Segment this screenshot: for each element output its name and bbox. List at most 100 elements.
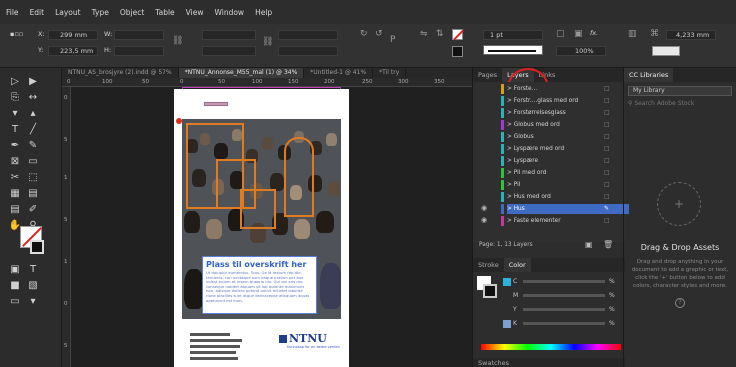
pasteboard[interactable]: Plass til overskrift her Ut dolupiur eum… <box>71 87 472 367</box>
content-collector-icon[interactable]: ▾ <box>8 108 22 120</box>
m-slider[interactable] <box>523 294 605 297</box>
layer-item[interactable]: > Forstørrelsesglass <box>507 108 629 118</box>
content-placer-icon[interactable]: ▴ <box>26 108 40 120</box>
color-stroke-box[interactable] <box>483 284 497 298</box>
layer-target-icon[interactable]: □ <box>604 157 610 164</box>
menu-edit[interactable]: Edit <box>30 8 45 17</box>
color-spectrum[interactable] <box>481 344 621 350</box>
document-page[interactable]: Plass til overskrift her Ut dolupiur eum… <box>174 89 349 367</box>
fill-swatch[interactable] <box>452 29 464 40</box>
layer-item[interactable]: > Pil <box>507 180 629 190</box>
tab-annonse[interactable]: *NTNU_Annonse_M55_mal (1) @ 34% <box>178 68 305 78</box>
tab-cc-libraries[interactable]: CC Libraries <box>624 68 674 82</box>
menu-help[interactable]: Help <box>255 8 272 17</box>
layer-item[interactable]: > Lyspære med ord <box>507 144 629 154</box>
rotate-icon[interactable]: ↻ <box>360 29 368 39</box>
eyedropper-tool-icon[interactable]: ✐ <box>26 204 40 216</box>
flip-horizontal-icon[interactable]: ⇋ <box>420 29 428 39</box>
tab-til-trykk[interactable]: *Til try <box>373 68 407 78</box>
w-field[interactable] <box>114 30 164 40</box>
body-text[interactable]: Ut dolupiur eumendus. Tous. Ge id restum… <box>206 270 313 303</box>
layer-target-icon[interactable]: □ <box>604 193 610 200</box>
menu-window[interactable]: Window <box>214 8 244 17</box>
layer-item[interactable]: > Lyspære <box>507 156 629 166</box>
headline-text[interactable]: Plass til overskrift her <box>206 260 313 269</box>
tab-brosjyre[interactable]: NTNU_AS_brosjyre (2).indd @ 57% <box>62 68 179 78</box>
screen-mode-icon[interactable]: ▭ <box>8 296 22 308</box>
visibility-eye-icon[interactable]: ◉ <box>481 204 487 212</box>
layer-item[interactable]: > Faste elementer <box>507 216 629 226</box>
trash-icon[interactable]: 🗑 <box>603 240 613 249</box>
reference-point-icon[interactable]: ▪▫▫ <box>10 30 23 38</box>
y-slider[interactable] <box>523 308 605 311</box>
selection-tool-icon[interactable]: ▷ <box>8 76 22 88</box>
add-asset-icon[interactable]: + <box>657 182 701 226</box>
layer-item-selected[interactable]: > Hus <box>507 204 629 214</box>
stroke-type-dropdown[interactable] <box>483 45 543 55</box>
gap-tool-icon[interactable]: ↔ <box>26 92 40 104</box>
menu-object[interactable]: Object <box>120 8 144 17</box>
layer-item[interactable]: > Globus med ord <box>507 120 629 130</box>
effects-icon[interactable]: ▣ <box>574 29 583 39</box>
drop-shadow-icon[interactable]: ▢ <box>556 29 565 39</box>
gradient-feather-tool-icon[interactable]: ▤ <box>26 188 40 200</box>
layers-list[interactable]: > Forste... □ > Forstr....glass med ord … <box>473 82 629 242</box>
tab-untitled[interactable]: *Untitled-1 @ 41% <box>304 68 374 78</box>
tab-pages[interactable]: Pages <box>473 71 502 79</box>
visibility-eye-icon[interactable]: ◉ <box>481 216 487 224</box>
layer-item[interactable]: > Forstr....glass med ord <box>507 96 629 106</box>
line-tool-icon[interactable]: ╱ <box>26 124 40 136</box>
rotation-field[interactable] <box>278 30 338 40</box>
help-icon[interactable]: ? <box>675 298 685 308</box>
rectangle-frame-tool-icon[interactable]: ⊠ <box>8 156 22 168</box>
layer-item[interactable]: > Globus <box>507 132 629 142</box>
layer-target-icon[interactable]: □ <box>604 169 610 176</box>
layer-target-icon[interactable]: □ <box>604 145 610 152</box>
tab-stroke[interactable]: Stroke <box>473 261 504 269</box>
layer-target-icon[interactable]: □ <box>604 121 610 128</box>
text-wrap-icon[interactable]: ▥ <box>628 29 637 39</box>
ntnu-logo[interactable]: NTNU <box>279 332 327 345</box>
constrain-scale-icon[interactable]: ⛓ <box>262 37 273 47</box>
pen-tool-icon[interactable]: ✒ <box>8 140 22 152</box>
layer-target-icon[interactable]: □ <box>604 97 610 104</box>
pen-icon[interactable]: ✎ <box>604 205 609 212</box>
text-frame[interactable]: Plass til overskrift her Ut dolupiur eum… <box>202 256 317 314</box>
shear-field[interactable] <box>278 46 338 56</box>
direct-selection-tool-icon[interactable]: ▶ <box>26 76 40 88</box>
gradient-swatch-tool-icon[interactable]: ▦ <box>8 188 22 200</box>
stock-search[interactable]: ⚲ Search Adobe Stock <box>628 100 694 107</box>
menu-layout[interactable]: Layout <box>55 8 81 17</box>
free-transform-tool-icon[interactable]: ⬚ <box>26 172 40 184</box>
h-field[interactable] <box>114 46 164 56</box>
tab-swatches[interactable]: Swatches <box>473 359 514 367</box>
layer-target-icon[interactable]: □ <box>604 181 610 188</box>
formatting-container-icon[interactable]: ▣ <box>8 264 22 276</box>
menu-view[interactable]: View <box>186 8 204 17</box>
layer-target-icon[interactable]: □ <box>604 109 610 116</box>
layer-item[interactable]: > Forste... <box>507 84 629 94</box>
layer-item[interactable]: > Hus med ord <box>507 192 629 202</box>
fx-icon[interactable]: fx. <box>590 29 598 37</box>
page-tool-icon[interactable]: ⎘ <box>8 92 22 104</box>
scale-y-field[interactable] <box>202 46 256 56</box>
select-container-icon[interactable]: P <box>390 35 395 45</box>
rectangle-tool-icon[interactable]: ▭ <box>26 156 40 168</box>
stroke-swatch[interactable] <box>452 46 463 57</box>
formatting-text-icon[interactable]: T <box>26 264 40 276</box>
apply-none-icon[interactable]: ▧ <box>26 280 40 292</box>
screen-mode-dropdown-icon[interactable]: ▾ <box>26 296 40 308</box>
constrain-proportions-icon[interactable]: ⛓ <box>172 36 183 46</box>
rotate-ccw-icon[interactable]: ↺ <box>375 29 383 39</box>
layer-item[interactable]: > Pil med ord <box>507 168 629 178</box>
menu-file[interactable]: File <box>6 8 19 17</box>
new-layer-icon[interactable]: ▣ <box>585 240 593 249</box>
layer-target-icon[interactable]: □ <box>604 85 610 92</box>
apply-color-icon[interactable]: ■ <box>8 280 22 292</box>
scale-x-field[interactable] <box>202 30 256 40</box>
layer-target-icon[interactable]: □ <box>604 133 610 140</box>
type-tool-icon[interactable]: T <box>8 124 22 136</box>
flip-vertical-icon[interactable]: ⇅ <box>436 29 444 39</box>
c-slider[interactable] <box>523 280 605 283</box>
library-dropdown[interactable]: My Library <box>628 86 732 96</box>
